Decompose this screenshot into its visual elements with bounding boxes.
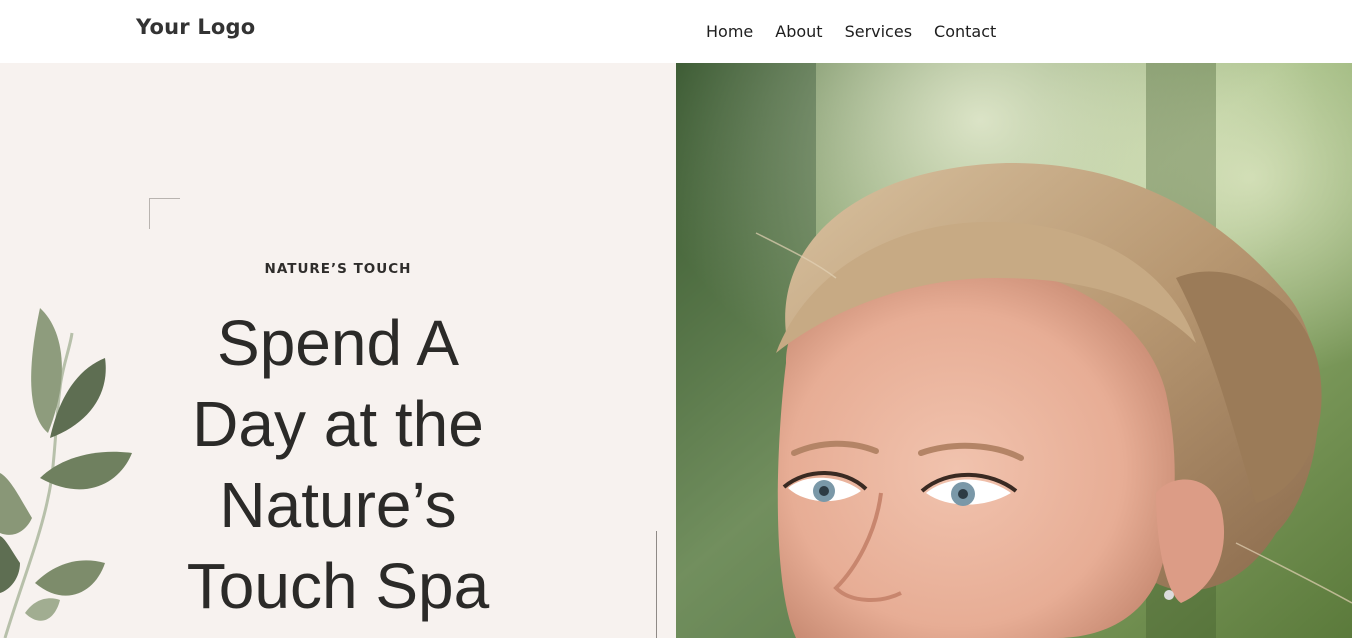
site-logo[interactable]: Your Logo (136, 15, 255, 39)
headline-line: Spend A (217, 307, 459, 379)
hero-photo (676, 63, 1352, 638)
headline-line: Day at the (192, 388, 484, 460)
hero-headline: Spend A Day at the Nature’s Touch Spa (150, 303, 526, 627)
hero-eyebrow: NATURE’S TOUCH (264, 261, 412, 277)
corner-frame-icon (149, 198, 180, 229)
headline-line: Touch Spa (186, 550, 490, 622)
site-header: Your Logo Home About Services Contact (0, 0, 1352, 63)
woman-portrait-image (676, 63, 1352, 638)
decorative-divider (656, 531, 657, 638)
nav-link-services[interactable]: Services (845, 22, 912, 41)
main-nav: Home About Services Contact (706, 22, 996, 41)
nav-link-contact[interactable]: Contact (934, 22, 996, 41)
hero-text-panel: NATURE’S TOUCH Spend A Day at the Nature… (0, 63, 676, 638)
nav-link-about[interactable]: About (775, 22, 822, 41)
headline-line: Nature’s (219, 469, 457, 541)
leaf-branch-icon (0, 308, 132, 638)
nav-link-home[interactable]: Home (706, 22, 753, 41)
